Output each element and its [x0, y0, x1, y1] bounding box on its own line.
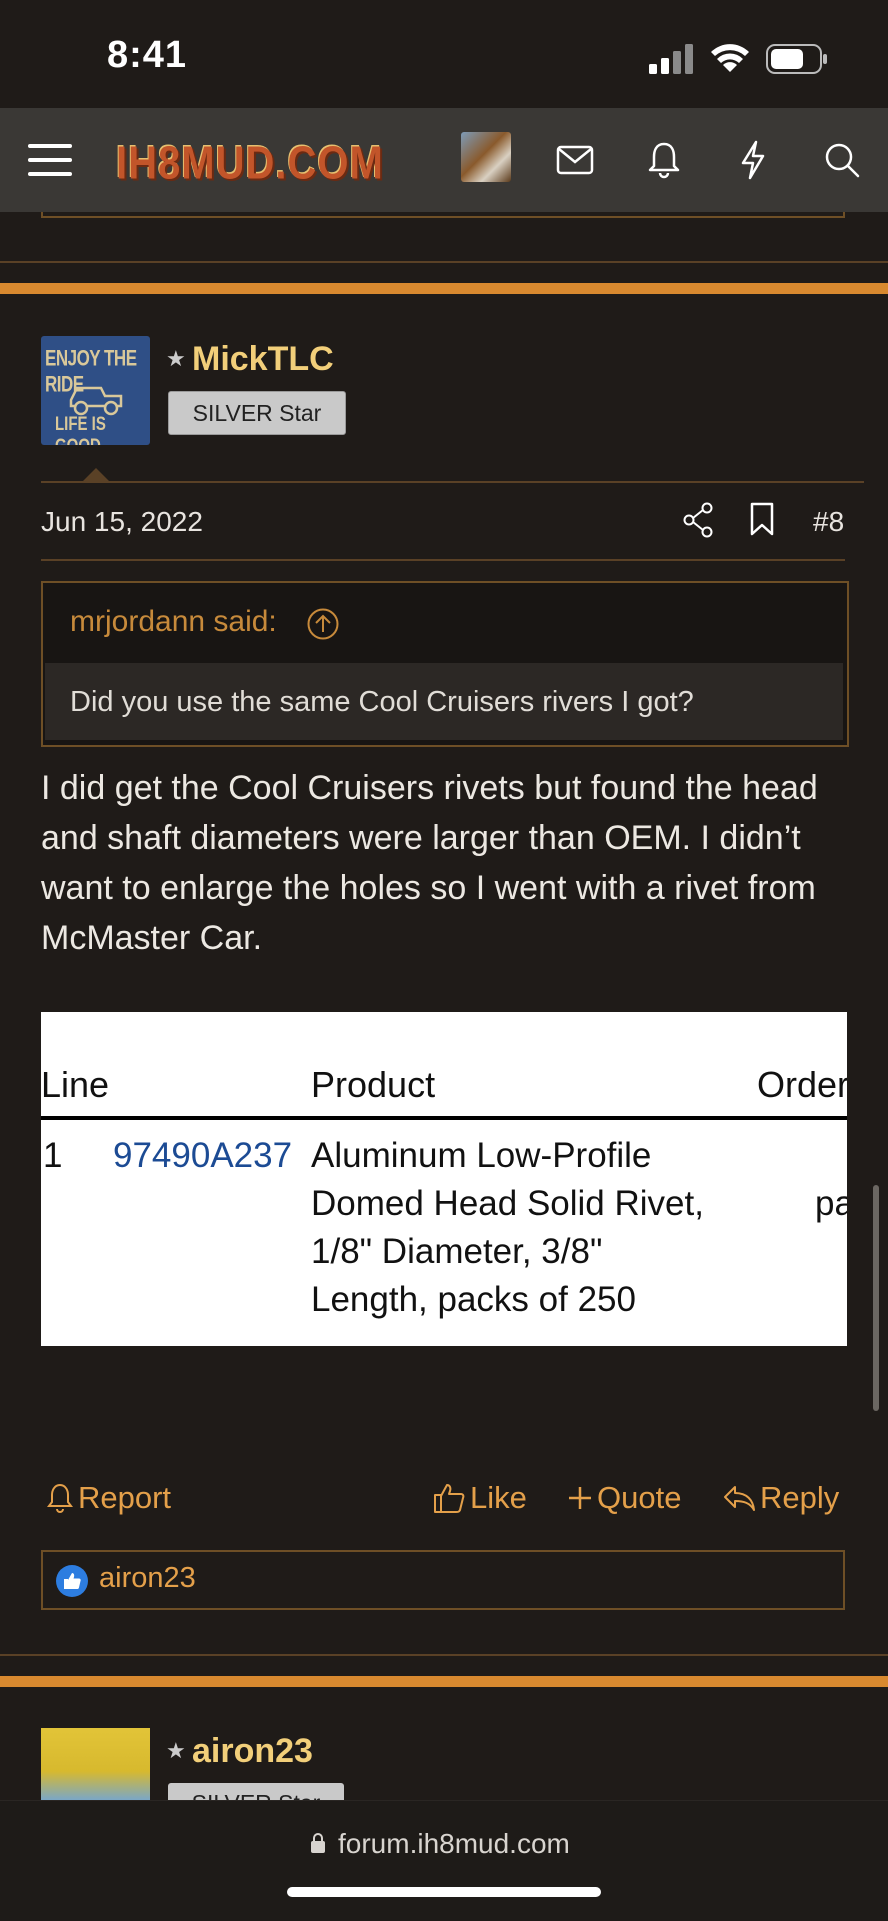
- scrollbar[interactable]: [873, 1185, 879, 1411]
- top-navigation-bar: IH8MUD.COM: [0, 108, 888, 212]
- bell-icon: [47, 1483, 73, 1513]
- account-avatar[interactable]: [461, 132, 511, 182]
- quote-label: Quote: [597, 1480, 682, 1515]
- go-to-quote-icon[interactable]: [306, 607, 340, 646]
- site-logo[interactable]: IH8MUD.COM: [116, 138, 384, 190]
- post-meta-divider: [41, 559, 845, 561]
- inbox-icon[interactable]: [547, 132, 603, 188]
- order-table-image[interactable]: Line Product Order 1 97490A237 Aluminum …: [41, 1012, 847, 1346]
- post-separator: [0, 283, 888, 294]
- reply-icon: [724, 1486, 755, 1511]
- post-separator: [0, 1676, 888, 1687]
- quote-author[interactable]: mrjordann said:: [70, 605, 277, 639]
- like-reaction-icon: [56, 1565, 88, 1597]
- home-indicator[interactable]: [287, 1887, 601, 1897]
- post-header-divider: [41, 481, 864, 483]
- divider: [0, 1654, 888, 1656]
- next-post-username[interactable]: airon23: [192, 1732, 313, 1771]
- reply-button[interactable]: Reply: [722, 1480, 839, 1516]
- star-icon: ★: [166, 346, 186, 371]
- search-icon[interactable]: [814, 132, 870, 188]
- quote-button[interactable]: Quote: [567, 1480, 681, 1516]
- user-avatar[interactable]: ENJOY THE RIDE LIFE IS GOOD: [41, 336, 150, 445]
- table-cell-line: 1: [43, 1136, 63, 1175]
- report-button[interactable]: Report: [46, 1480, 171, 1516]
- lock-icon: [311, 1833, 325, 1853]
- browser-url[interactable]: forum.ih8mud.com: [338, 1828, 570, 1860]
- reply-label: Reply: [760, 1480, 840, 1515]
- table-cell-product-2: Domed Head Solid Rivet,: [311, 1184, 704, 1223]
- quote-text: Did you use the same Cool Cruisers river…: [70, 686, 694, 718]
- cellular-signal-icon: [649, 44, 693, 74]
- table-header-order: Order: [757, 1064, 847, 1105]
- bell-icon[interactable]: [636, 132, 692, 188]
- lightning-icon[interactable]: [725, 132, 781, 188]
- divider: [0, 261, 888, 263]
- table-cell-product-1: Aluminum Low-Profile: [311, 1136, 652, 1175]
- reaction-user-link[interactable]: airon23: [99, 1562, 196, 1595]
- avatar-text-bottom: LIFE IS GOOD: [55, 412, 106, 445]
- table-cell-product-3: 1/8" Diameter, 3/8": [311, 1232, 603, 1271]
- table-cell-part-number[interactable]: 97490A237: [113, 1132, 292, 1180]
- previous-post-box-edge: [41, 212, 845, 218]
- post-username[interactable]: MickTLC: [192, 340, 334, 379]
- star-icon: ★: [166, 1738, 186, 1763]
- table-header-line: Line: [41, 1064, 110, 1105]
- like-label: Like: [470, 1480, 527, 1515]
- thumbs-up-icon: [434, 1484, 465, 1513]
- user-rank-badge: SILVER Star: [168, 391, 346, 435]
- table-cell-order: pa: [815, 1184, 847, 1223]
- wifi-icon: [711, 44, 749, 72]
- table-header-product: Product: [311, 1064, 436, 1105]
- table-header-rule: [41, 1116, 847, 1120]
- share-icon[interactable]: [683, 502, 713, 543]
- status-time: 8:41: [107, 34, 188, 76]
- battery-icon: [766, 44, 827, 74]
- post-number-link[interactable]: #8: [813, 506, 844, 538]
- next-post-avatar[interactable]: [41, 1728, 150, 1800]
- post-date[interactable]: Jun 15, 2022: [41, 506, 203, 538]
- plus-icon: [569, 1487, 591, 1509]
- bookmark-icon[interactable]: [749, 502, 775, 541]
- browser-address-bar[interactable]: [0, 1800, 888, 1921]
- like-button[interactable]: Like: [432, 1480, 527, 1516]
- post-body-text: I did get the Cool Cruisers rivets but f…: [41, 769, 818, 957]
- report-label: Report: [78, 1480, 172, 1515]
- avatar-pointer: [82, 468, 110, 482]
- table-cell-product-4: Length, packs of 250: [311, 1280, 636, 1319]
- jeep-icon: [69, 386, 123, 416]
- menu-icon[interactable]: [22, 132, 78, 188]
